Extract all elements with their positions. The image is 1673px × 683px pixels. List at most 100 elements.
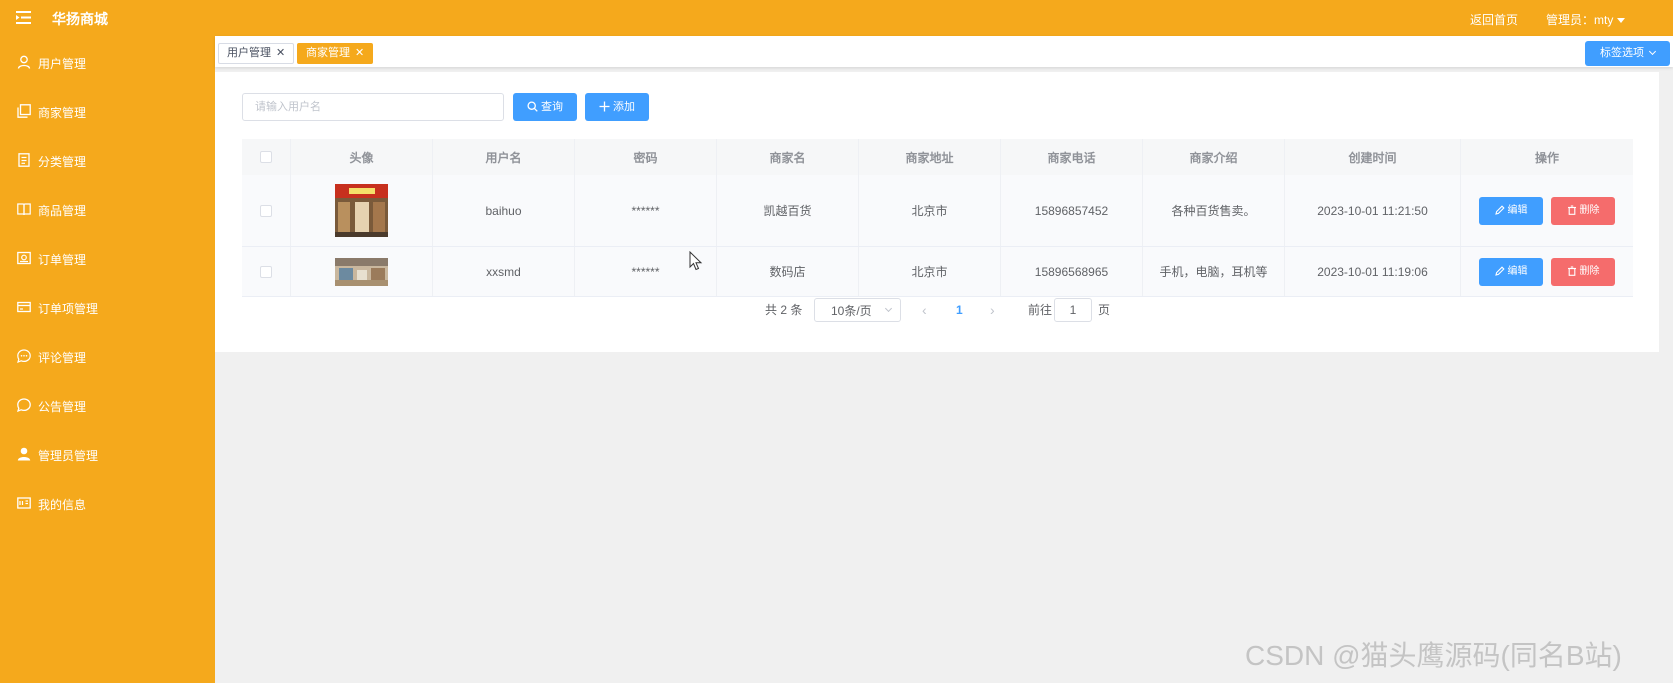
delete-button[interactable]: 删除 bbox=[1551, 196, 1615, 225]
chevron-down-icon bbox=[1648, 47, 1657, 56]
row-checkbox[interactable] bbox=[260, 265, 272, 278]
total-count: 共 2 条 bbox=[765, 303, 803, 317]
sidebar-item-admins[interactable]: 管理员管理 bbox=[0, 429, 215, 478]
caret-down-icon bbox=[1617, 18, 1626, 24]
user-icon bbox=[17, 55, 31, 69]
watermark: CSDN @猫头鹰源码(同名B站) bbox=[1245, 640, 1622, 671]
edit-button[interactable]: 编辑 bbox=[1479, 196, 1543, 225]
sidebar-item-label: 商品管理 bbox=[38, 204, 87, 218]
chevron-down-icon bbox=[884, 304, 893, 313]
app-title: 华扬商城 bbox=[52, 11, 108, 27]
edit-label: 编辑 bbox=[1507, 265, 1528, 277]
copy-icon bbox=[17, 104, 31, 118]
sidebar-item-label: 用户管理 bbox=[38, 57, 87, 71]
goto-label: 前往 bbox=[1028, 303, 1053, 317]
sidebar-item-orders[interactable]: 订单管理 bbox=[0, 233, 215, 282]
intro-cell: 各种百货售卖。 bbox=[1143, 175, 1285, 246]
picture-icon bbox=[17, 251, 31, 265]
trash-icon bbox=[1567, 265, 1576, 276]
postcard-icon bbox=[17, 497, 31, 509]
table-row: baihuo ****** 凯越百货 北京市 15896857452 各种百货售… bbox=[242, 175, 1633, 247]
sidebar-item-label: 订单项管理 bbox=[38, 302, 99, 316]
sidebar: 用户管理 商家管理 分类管理 商品管理 订单管理 订单项管理 评论管理 公告管理… bbox=[0, 36, 215, 683]
username-cell: xxsmd bbox=[433, 247, 575, 296]
sidebar-item-label: 公告管理 bbox=[38, 400, 87, 414]
query-label: 查询 bbox=[541, 101, 563, 113]
edit-label: 编辑 bbox=[1507, 204, 1528, 216]
sidebar-item-label: 订单管理 bbox=[38, 253, 87, 267]
sidebar-item-comments[interactable]: 评论管理 bbox=[0, 331, 215, 380]
username-search-input[interactable] bbox=[242, 93, 504, 121]
username-cell: baihuo bbox=[433, 175, 575, 246]
created-time-cell: 2023-10-01 11:19:06 bbox=[1285, 247, 1461, 296]
row-checkbox[interactable] bbox=[260, 204, 272, 217]
sidebar-item-merchants[interactable]: 商家管理 bbox=[0, 86, 215, 135]
close-icon[interactable]: ✕ bbox=[355, 47, 364, 59]
tab-options-label: 标签选项 bbox=[1600, 47, 1644, 59]
shop-name-cell: 凯越百货 bbox=[717, 175, 859, 246]
chat-round-icon bbox=[17, 398, 31, 412]
address-cell: 北京市 bbox=[859, 247, 1001, 296]
select-all-checkbox[interactable] bbox=[260, 151, 272, 163]
tab-label: 用户管理 bbox=[227, 47, 271, 59]
chat-dot-icon bbox=[17, 349, 31, 363]
sidebar-item-my-info[interactable]: 我的信息 bbox=[0, 478, 215, 527]
table-row: xxsmd ****** 数码店 北京市 15896568965 手机，电脑，耳… bbox=[242, 247, 1633, 297]
edit-icon bbox=[1494, 265, 1505, 276]
intro-cell: 手机，电脑，耳机等 bbox=[1143, 247, 1285, 296]
sidebar-item-categories[interactable]: 分类管理 bbox=[0, 135, 215, 184]
sidebar-item-label: 商家管理 bbox=[38, 106, 87, 120]
query-button[interactable]: 查询 bbox=[513, 93, 577, 121]
avatar-cell bbox=[291, 175, 433, 246]
add-label: 添加 bbox=[613, 101, 635, 113]
column-header: 用户名 bbox=[433, 139, 575, 175]
merchant-avatar-image bbox=[335, 184, 388, 237]
prev-page-icon[interactable]: ‹ bbox=[922, 298, 934, 322]
next-page-icon[interactable]: › bbox=[990, 298, 1002, 322]
column-header: 商家地址 bbox=[859, 139, 1001, 175]
search-icon bbox=[527, 101, 538, 112]
column-header: 创建时间 bbox=[1285, 139, 1461, 175]
sidebar-item-users[interactable]: 用户管理 bbox=[0, 37, 215, 86]
tab-users[interactable]: 用户管理 ✕ bbox=[218, 43, 295, 64]
column-header: 头像 bbox=[291, 139, 433, 175]
delete-button[interactable]: 删除 bbox=[1551, 257, 1615, 286]
table-header: 头像 用户名 密码 商家名 商家地址 商家电话 商家介绍 创建时间 操作 bbox=[242, 139, 1633, 175]
goto-page-input[interactable] bbox=[1054, 298, 1092, 322]
menu-fold-icon[interactable] bbox=[16, 11, 31, 24]
close-icon[interactable]: ✕ bbox=[276, 47, 285, 59]
tags-view-bar: 用户管理 ✕ 商家管理 ✕ bbox=[215, 36, 1673, 67]
credit-card-icon bbox=[17, 301, 31, 313]
sidebar-item-label: 分类管理 bbox=[38, 155, 87, 169]
delete-label: 删除 bbox=[1579, 265, 1600, 277]
phone-cell: 15896568965 bbox=[1001, 247, 1143, 296]
edit-icon bbox=[1494, 204, 1505, 215]
edit-button[interactable]: 编辑 bbox=[1479, 257, 1543, 286]
sidebar-item-notices[interactable]: 公告管理 bbox=[0, 380, 215, 429]
tab-merchants[interactable]: 商家管理 ✕ bbox=[297, 43, 374, 64]
user-menu[interactable]: 管理员：mty bbox=[1546, 11, 1626, 28]
column-header: 密码 bbox=[575, 139, 717, 175]
row-select-cell bbox=[242, 175, 291, 246]
top-bar: 华扬商城 返回首页 管理员：mty bbox=[0, 0, 1673, 36]
mouse-cursor-icon bbox=[689, 251, 703, 271]
document-icon bbox=[18, 153, 30, 167]
column-header: 操作 bbox=[1534, 150, 1559, 165]
add-button[interactable]: 添加 bbox=[585, 93, 649, 121]
page-size-select[interactable]: 10条/页 bbox=[814, 298, 901, 322]
tab-label: 商家管理 bbox=[306, 47, 350, 59]
column-header: 商家名 bbox=[717, 139, 859, 175]
page-number[interactable]: 1 bbox=[956, 298, 963, 322]
home-link[interactable]: 返回首页 bbox=[1470, 11, 1518, 28]
sidebar-item-order-items[interactable]: 订单项管理 bbox=[0, 282, 215, 331]
actions-cell: 编辑 删除 bbox=[1461, 247, 1633, 296]
delete-label: 删除 bbox=[1579, 204, 1600, 216]
phone-cell: 15896857452 bbox=[1001, 175, 1143, 246]
created-time-cell: 2023-10-01 11:21:50 bbox=[1285, 175, 1461, 246]
tab-options-button[interactable]: 标签选项 bbox=[1585, 41, 1670, 66]
password-cell: ****** bbox=[575, 175, 717, 246]
book-icon bbox=[17, 203, 31, 216]
shop-name-cell: 数码店 bbox=[717, 247, 859, 296]
sidebar-item-products[interactable]: 商品管理 bbox=[0, 184, 215, 233]
trash-icon bbox=[1567, 204, 1576, 215]
